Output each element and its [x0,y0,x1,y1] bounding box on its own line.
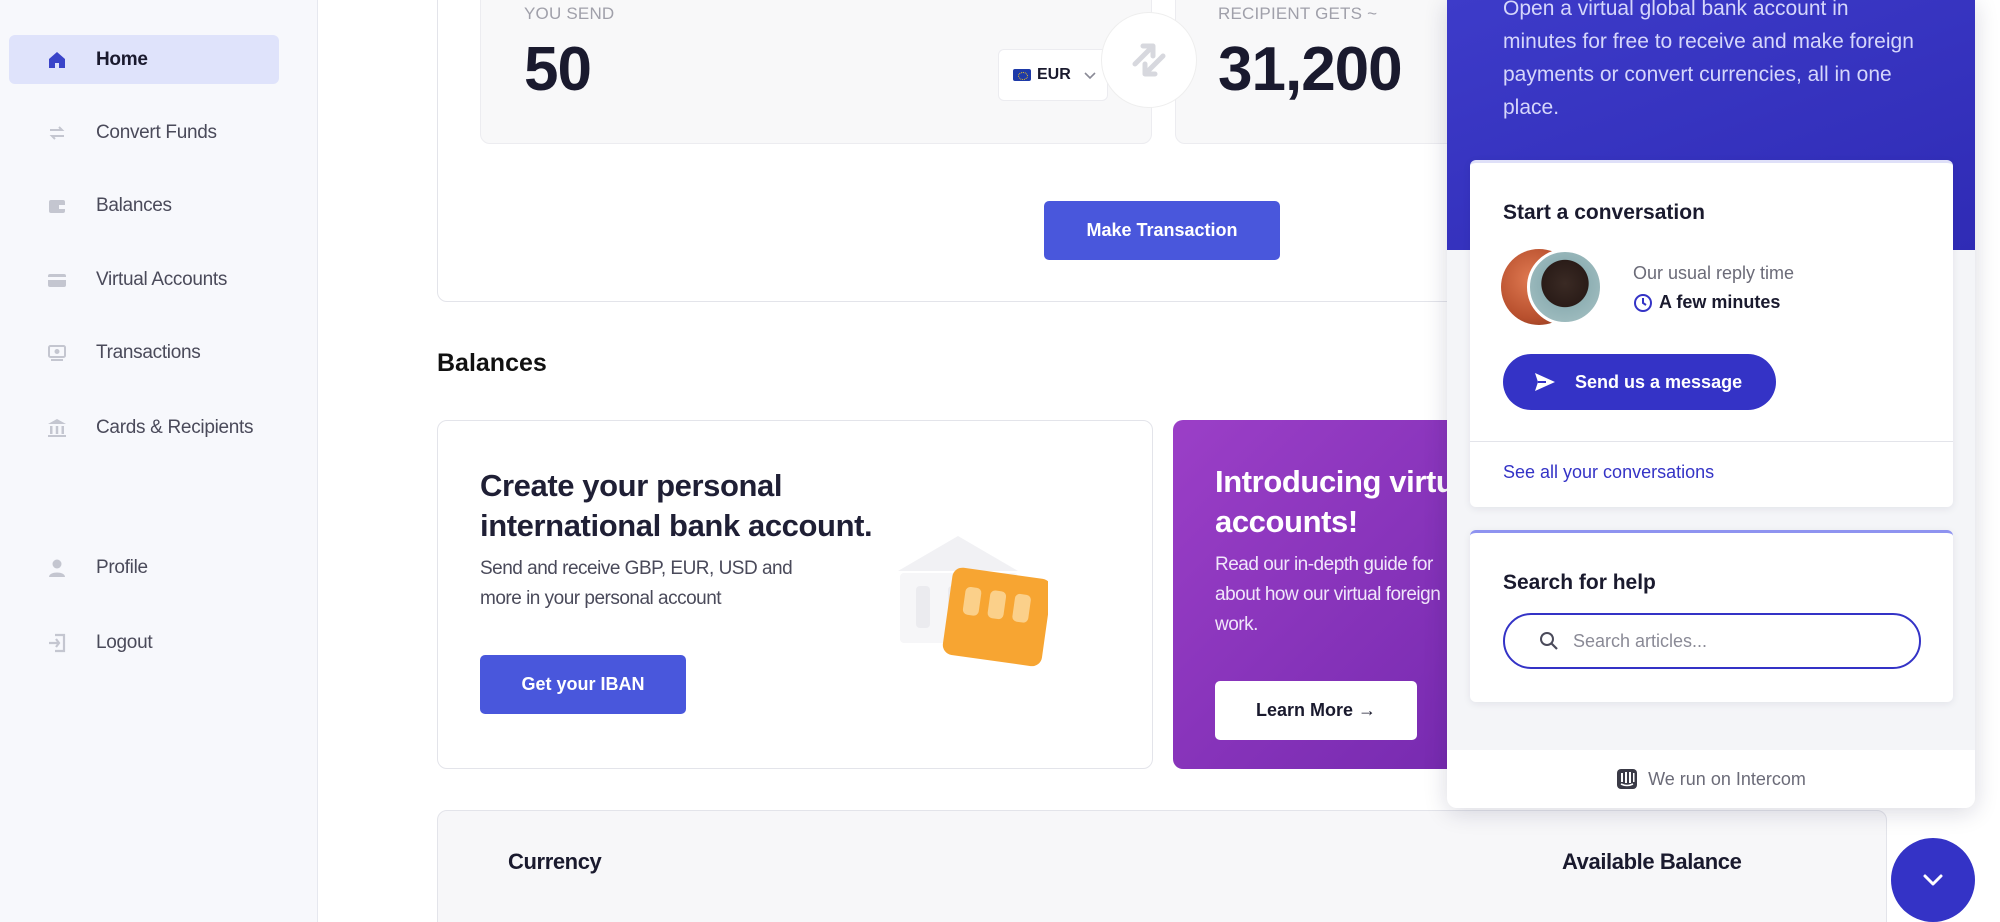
avatar [1527,249,1603,325]
sidebar-item-logout[interactable]: Logout [9,618,279,667]
learn-more-button[interactable]: Learn More → [1215,681,1417,740]
send-icon [1535,373,1555,391]
send-currency-label: EUR [1037,66,1071,83]
see-all-conversations-link[interactable]: See all your conversations [1503,462,1714,483]
intercom-logo-icon [1617,769,1638,789]
column-header-available-balance: Available Balance [1562,849,1742,874]
sidebar-item-profile[interactable]: Profile [9,543,279,592]
footer-text: We run on Intercom [1648,768,1806,789]
sidebar-item-label: Balances [96,194,172,216]
messenger-footer[interactable]: We run on Intercom [1447,750,1975,808]
sidebar-item-transactions[interactable]: Transactions [9,328,279,377]
card-icon [47,270,67,290]
make-transaction-button[interactable]: Make Transaction [1044,201,1280,260]
search-articles-input[interactable]: Search articles... [1503,613,1921,669]
chevron-down-icon [1084,72,1096,80]
sidebar-item-virtual-accounts[interactable]: Virtual Accounts [9,255,279,304]
send-amount-input[interactable]: 50 [524,34,592,105]
search-help-title: Search for help [1503,571,1656,594]
reply-time-label: Our usual reply time [1633,263,1795,283]
iban-promo-card: Create your personal international bank … [437,420,1153,769]
balances-heading: Balances [437,349,547,377]
divider [1470,441,1953,442]
promo-title: Create your personal international bank … [480,468,873,543]
sidebar-item-label: Transactions [96,341,201,363]
start-conversation-title: Start a conversation [1503,201,1705,224]
promo-text: Send and receive GBP, EUR, USD and more … [480,558,793,609]
sidebar: Home Convert Funds Balances Virtual Acco… [0,0,318,922]
home-icon [47,50,67,70]
reply-time-value: A few minutes [1633,292,1780,313]
sidebar-item-cards-recipients[interactable]: Cards & Recipients [9,403,279,452]
bank-icon [47,418,67,438]
send-currency-select[interactable]: EUR [998,49,1108,101]
intercom-messenger: Open a virtual global bank account in mi… [1447,0,1975,808]
sidebar-item-home[interactable]: Home [9,35,279,84]
search-icon [1540,632,1558,650]
sidebar-item-label: Cards & Recipients [96,416,254,438]
promo-text: Read our in-depth guide for about how ou… [1215,554,1441,635]
start-conversation-card: Start a conversation Our usual reply tim… [1470,160,1953,507]
messenger-intro-text: Open a virtual global bank account in mi… [1503,0,1914,119]
messenger-launcher-button[interactable] [1891,838,1975,922]
reply-time-text: A few minutes [1659,292,1781,312]
send-amount-box[interactable]: YOU SEND 50 EUR [480,0,1152,144]
send-message-label: Send us a message [1575,371,1743,392]
receive-amount: 31,200 [1218,35,1403,104]
sidebar-item-label: Virtual Accounts [96,268,228,290]
convert-icon [47,123,67,143]
get-iban-button[interactable]: Get your IBAN [480,655,686,714]
sidebar-item-convert-funds[interactable]: Convert Funds [9,108,279,157]
bank-card-illustration [898,536,1048,667]
search-help-card: Search for help Search articles... [1470,530,1953,702]
sidebar-item-label: Logout [96,631,153,653]
user-icon [47,558,67,578]
wallet-icon [47,196,67,216]
clock-icon [1634,293,1652,312]
balances-table: Currency Available Balance [437,810,1887,922]
transactions-icon [47,343,67,363]
sidebar-item-balances[interactable]: Balances [9,181,279,230]
swap-currencies-button[interactable] [1101,12,1197,108]
search-placeholder: Search articles... [1573,630,1708,651]
eu-flag-icon [1013,69,1031,81]
sidebar-item-label: Profile [96,556,148,578]
column-header-currency: Currency [508,849,602,874]
sidebar-item-label: Convert Funds [96,121,217,143]
swap-icon [1132,43,1166,77]
sidebar-item-label: Home [96,48,148,70]
logout-icon [47,633,67,653]
send-message-button[interactable]: Send us a message [1503,354,1776,410]
receive-label: RECIPIENT GETS ~ [1218,4,1378,23]
chevron-down-icon [1923,874,1943,886]
send-label: YOU SEND [524,4,615,23]
